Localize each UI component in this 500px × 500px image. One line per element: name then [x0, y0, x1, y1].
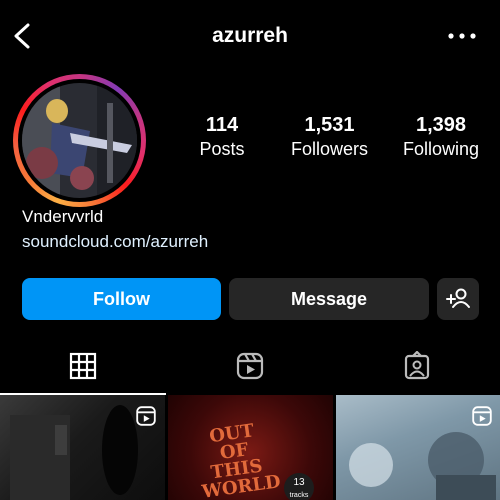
- avatar: [22, 83, 137, 198]
- profile-tabs: [0, 340, 500, 395]
- track-count-value: 13: [293, 477, 305, 488]
- post-thumbnail[interactable]: OUT OF THIS WORLD 13 tracks: [168, 395, 333, 500]
- add-user-icon: [446, 288, 470, 308]
- bio-link[interactable]: soundcloud.com/azurreh: [22, 232, 208, 252]
- album-art-text: OUT OF THIS WORLD: [200, 420, 282, 500]
- suggested-users-button[interactable]: [437, 278, 479, 320]
- posts-count-label: Posts: [199, 139, 245, 159]
- following-count-value: 1,398: [415, 114, 467, 136]
- top-bar: azurreh: [0, 0, 500, 70]
- reels-icon: [236, 352, 264, 380]
- tab-grid[interactable]: [0, 340, 166, 395]
- profile-username: azurreh: [212, 24, 288, 47]
- track-count-badge: 13 tracks: [284, 473, 314, 500]
- followers-count-label: Followers: [290, 139, 369, 159]
- posts-grid: OUT OF THIS WORLD 13 tracks: [0, 395, 500, 500]
- avatar-story-ring[interactable]: [13, 74, 146, 207]
- followers-count-value: 1,531: [304, 114, 355, 136]
- followers-count[interactable]: 1,531 Followers: [282, 114, 377, 162]
- more-horizontal-icon: [448, 33, 476, 39]
- tab-reels[interactable]: [167, 340, 333, 395]
- reels-icon: [472, 406, 492, 426]
- posts-count-value: 114: [205, 114, 239, 136]
- following-count-label: Following: [402, 139, 480, 159]
- grid-icon: [69, 352, 97, 380]
- bio-name: Vndervvrld: [22, 207, 104, 226]
- posts-count[interactable]: 114 Posts: [180, 114, 264, 162]
- more-options-button[interactable]: [446, 24, 478, 48]
- reels-icon: [136, 406, 156, 426]
- tab-tagged[interactable]: [334, 340, 500, 395]
- post-thumbnail[interactable]: [336, 395, 500, 500]
- tagged-icon: [404, 351, 430, 380]
- message-button[interactable]: Message: [229, 278, 429, 320]
- follow-button[interactable]: Follow: [22, 278, 221, 320]
- profile-stats: 114 Posts 1,531 Followers 1,398 Followin…: [180, 114, 485, 164]
- track-count-label: tracks: [289, 492, 309, 499]
- post-thumbnail[interactable]: [0, 395, 165, 500]
- following-count[interactable]: 1,398 Following: [393, 114, 489, 162]
